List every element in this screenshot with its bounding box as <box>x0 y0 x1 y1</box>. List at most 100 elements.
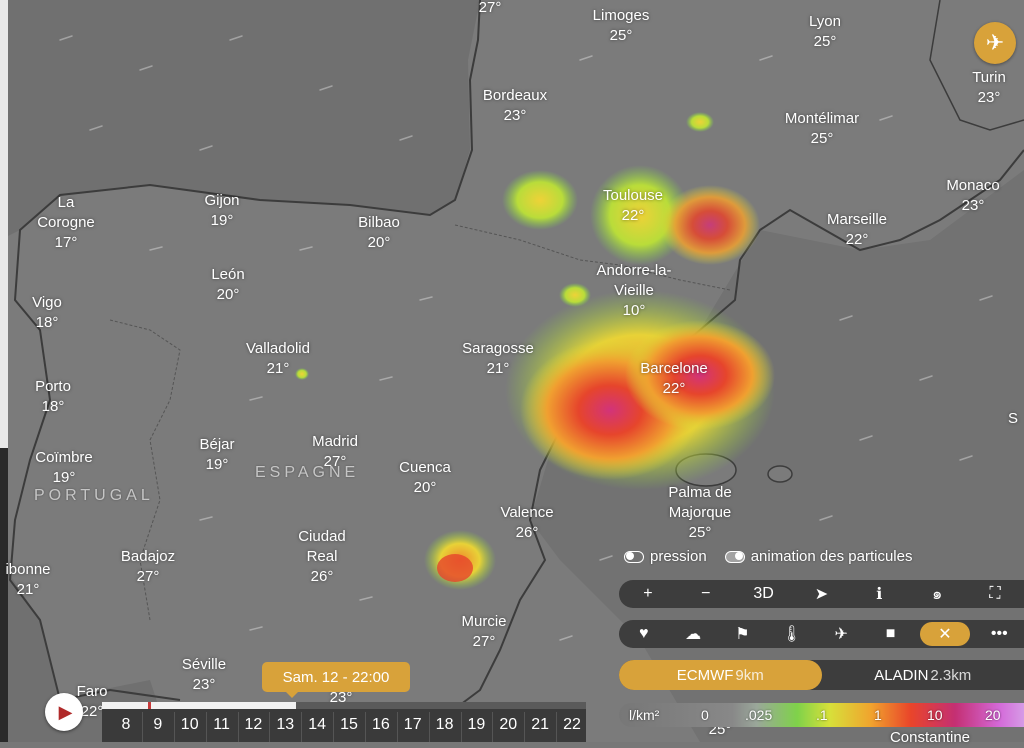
city-label[interactable]: Cuenca20° <box>399 458 451 498</box>
city-temperature: 23° <box>182 675 226 695</box>
edge-city-label: S <box>1008 409 1018 429</box>
favorite-button[interactable]: ♥ <box>624 622 664 646</box>
timeline-hour[interactable]: 21 <box>531 716 549 734</box>
timeline-hour[interactable]: 9 <box>153 716 162 734</box>
city-label[interactable]: Gijon19° <box>204 191 239 231</box>
timeline-hours: 8 9 10 11 12 13 14 15 16 17 18 19 20 21 22 <box>102 712 586 742</box>
city-name: La <box>37 193 95 213</box>
city-label[interactable]: Bordeaux23° <box>483 86 547 126</box>
timeline-hour[interactable]: 16 <box>372 716 390 734</box>
city-label[interactable]: Porto18° <box>35 377 71 417</box>
timeline-separator <box>492 712 493 742</box>
city-label[interactable]: León20° <box>211 265 244 305</box>
left-edge-strip <box>0 0 8 742</box>
time-tooltip: Sam. 12 - 22:00 <box>262 662 410 692</box>
country-label: ESPAGNE <box>255 464 359 482</box>
city-name: Andorre-la- <box>596 261 671 281</box>
city-label[interactable]: LaCorogne17° <box>37 193 95 253</box>
city-name: Turin <box>972 68 1006 88</box>
city-temperature: 20° <box>399 478 451 498</box>
wind-flag-button[interactable]: ⚑ <box>722 622 762 646</box>
city-label[interactable]: Saragosse21° <box>462 339 534 379</box>
more-button[interactable]: ••• <box>979 622 1019 646</box>
city-label[interactable]: Limoges25° <box>593 6 650 46</box>
city-name: Limoges <box>593 6 650 26</box>
city-label[interactable]: Valladolid21° <box>246 339 310 379</box>
city-label[interactable]: Valence26° <box>500 503 553 543</box>
timeline-current-marker <box>148 702 151 709</box>
city-label[interactable]: Badajoz27° <box>121 547 175 587</box>
map-toggles: pression animation des particules <box>624 548 912 565</box>
3d-button[interactable]: 3D <box>744 582 784 606</box>
timeline-separator <box>142 712 143 742</box>
timeline-hour[interactable]: 10 <box>181 716 199 734</box>
city-temperature: 25° <box>593 26 650 46</box>
city-temperature: 20° <box>358 233 400 253</box>
city-temperature: 21° <box>246 359 310 379</box>
zoom-in-button[interactable]: + <box>628 582 668 606</box>
city-label[interactable]: Toulouse22° <box>603 186 663 226</box>
weather-button[interactable]: ☁ <box>673 622 713 646</box>
timeline-separator <box>524 712 525 742</box>
city-label[interactable]: Barcelone22° <box>640 359 708 399</box>
pressure-toggle[interactable]: pression <box>624 548 707 565</box>
city-label[interactable]: Lyon25° <box>809 12 841 52</box>
webcam-button[interactable]: ■ <box>871 622 911 646</box>
city-temperature: 23° <box>972 88 1006 108</box>
city-label[interactable]: Bilbao20° <box>358 213 400 253</box>
timeline-hour[interactable]: 19 <box>468 716 486 734</box>
city-name: Cuenca <box>399 458 451 478</box>
timeline-hour[interactable]: 8 <box>122 716 131 734</box>
city-temperature: 17° <box>37 233 95 253</box>
layer-toggle-button[interactable]: ✈ <box>974 22 1016 64</box>
timeline-hour[interactable]: 18 <box>436 716 454 734</box>
timeline-hour[interactable]: 11 <box>213 716 230 734</box>
timeline-hour[interactable]: 13 <box>276 716 294 734</box>
map-toolbar: +−3D ➤ ℹ๑ ⛶ <box>619 580 1024 608</box>
city-label[interactable]: Montélimar25° <box>785 109 859 149</box>
city-label[interactable]: Séville23° <box>182 655 226 695</box>
city-name: Madrid <box>312 432 358 452</box>
city-label[interactable]: Turin23° <box>972 68 1006 108</box>
city-label[interactable]: 27° <box>479 0 502 18</box>
timeline-hour[interactable]: 22 <box>563 716 581 734</box>
play-button[interactable]: ▶ <box>45 693 83 731</box>
city-label[interactable]: Vigo18° <box>32 293 62 333</box>
model-aladin-button[interactable]: ALADIN 2.3km <box>822 660 1024 690</box>
info-button[interactable]: ℹ <box>859 582 899 606</box>
particles-toggle[interactable]: animation des particules <box>725 548 913 565</box>
model-ecmwf-button[interactable]: ECMWF 9km <box>619 660 822 690</box>
city-name: Saragosse <box>462 339 534 359</box>
city-label[interactable]: Marseille22° <box>827 210 887 250</box>
city-name: Constantine <box>890 728 970 748</box>
close-button[interactable]: ✕ <box>920 622 970 646</box>
timeline-hour[interactable]: 20 <box>499 716 517 734</box>
timeline-hour[interactable]: 12 <box>245 716 263 734</box>
zoom-out-button[interactable]: − <box>686 582 726 606</box>
city-label[interactable]: Coïmbre19° <box>35 448 93 488</box>
plane-button[interactable]: ✈ <box>821 622 861 646</box>
locate-button[interactable]: ➤ <box>801 582 841 606</box>
city-label[interactable]: ibonne21° <box>5 560 50 600</box>
city-name: Murcie <box>461 612 506 632</box>
timeline-hour[interactable]: 17 <box>404 716 422 734</box>
particles-switch[interactable] <box>725 551 745 563</box>
pressure-switch[interactable] <box>624 551 644 563</box>
city-label[interactable]: CiudadReal26° <box>298 527 346 587</box>
city-label[interactable]: Andorre-la-Vieille10° <box>596 261 671 321</box>
temperature-button[interactable]: 🌡 <box>772 622 812 646</box>
city-label[interactable]: Palma deMajorque25° <box>668 483 731 543</box>
city-name: Gijon <box>204 191 239 211</box>
city-label[interactable]: Béjar19° <box>199 435 234 475</box>
fullscreen-button[interactable]: ⛶ <box>975 582 1015 606</box>
timeline-hour[interactable]: 14 <box>308 716 326 734</box>
timeline-hour[interactable]: 15 <box>340 716 358 734</box>
city-temperature: 21° <box>5 580 50 600</box>
city-temperature: 25° <box>809 32 841 52</box>
timeline-progress[interactable] <box>102 702 586 709</box>
storm-button[interactable]: ๑ <box>917 582 957 606</box>
city-label[interactable]: Monaco23° <box>946 176 999 216</box>
city-label[interactable]: Constantine <box>890 728 970 748</box>
timeline-separator <box>461 712 462 742</box>
city-label[interactable]: Murcie27° <box>461 612 506 652</box>
